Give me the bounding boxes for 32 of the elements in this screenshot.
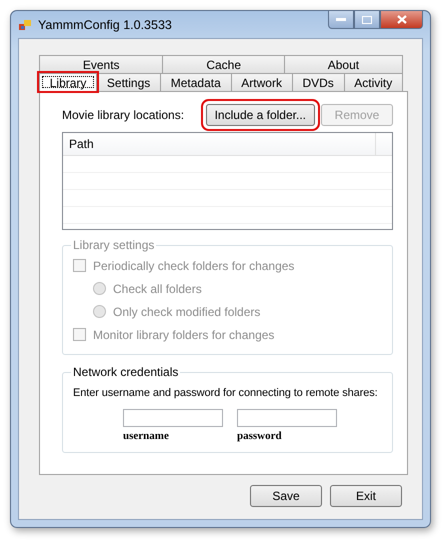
path-list[interactable]: Path (62, 132, 393, 230)
tab[interactable]: Activity (344, 73, 404, 91)
tab[interactable]: Library (39, 73, 98, 91)
group-title: Library settings (72, 238, 156, 252)
minimize-icon (336, 18, 346, 22)
window-title: YammmConfig 1.0.3533 (38, 18, 173, 32)
button[interactable]: Exit (330, 485, 402, 507)
close-icon (396, 15, 406, 24)
tab[interactable]: Events (39, 55, 164, 73)
input-field[interactable] (237, 409, 337, 427)
tab[interactable]: Settings (96, 73, 162, 91)
minimize-button[interactable] (328, 11, 354, 29)
field-label: password (237, 430, 283, 442)
maximize-button[interactable] (354, 11, 380, 29)
option-label: Only check modified folders (113, 304, 260, 318)
maximize-icon (362, 16, 372, 24)
tab[interactable]: Artwork (230, 73, 293, 91)
field-label: username (123, 430, 170, 442)
app-icon (18, 18, 32, 32)
group-title: Network credentials (72, 365, 180, 379)
input-field[interactable] (123, 409, 223, 427)
tab[interactable]: About (284, 55, 403, 73)
option-label: Periodically check folders for changes (93, 258, 294, 272)
tab[interactable]: Metadata (160, 73, 232, 91)
tab[interactable]: DVDs (292, 73, 345, 91)
locations-label: Movie library locations: (62, 108, 184, 122)
instructions-text: Enter username and password for connecting to remote shares: (73, 387, 379, 399)
option-label: Monitor library folders for changes (93, 328, 274, 342)
tab[interactable]: Cache (162, 55, 285, 73)
option-label: Check all folders (113, 282, 202, 296)
close-button[interactable] (380, 11, 423, 29)
button[interactable]: Save (250, 485, 322, 507)
